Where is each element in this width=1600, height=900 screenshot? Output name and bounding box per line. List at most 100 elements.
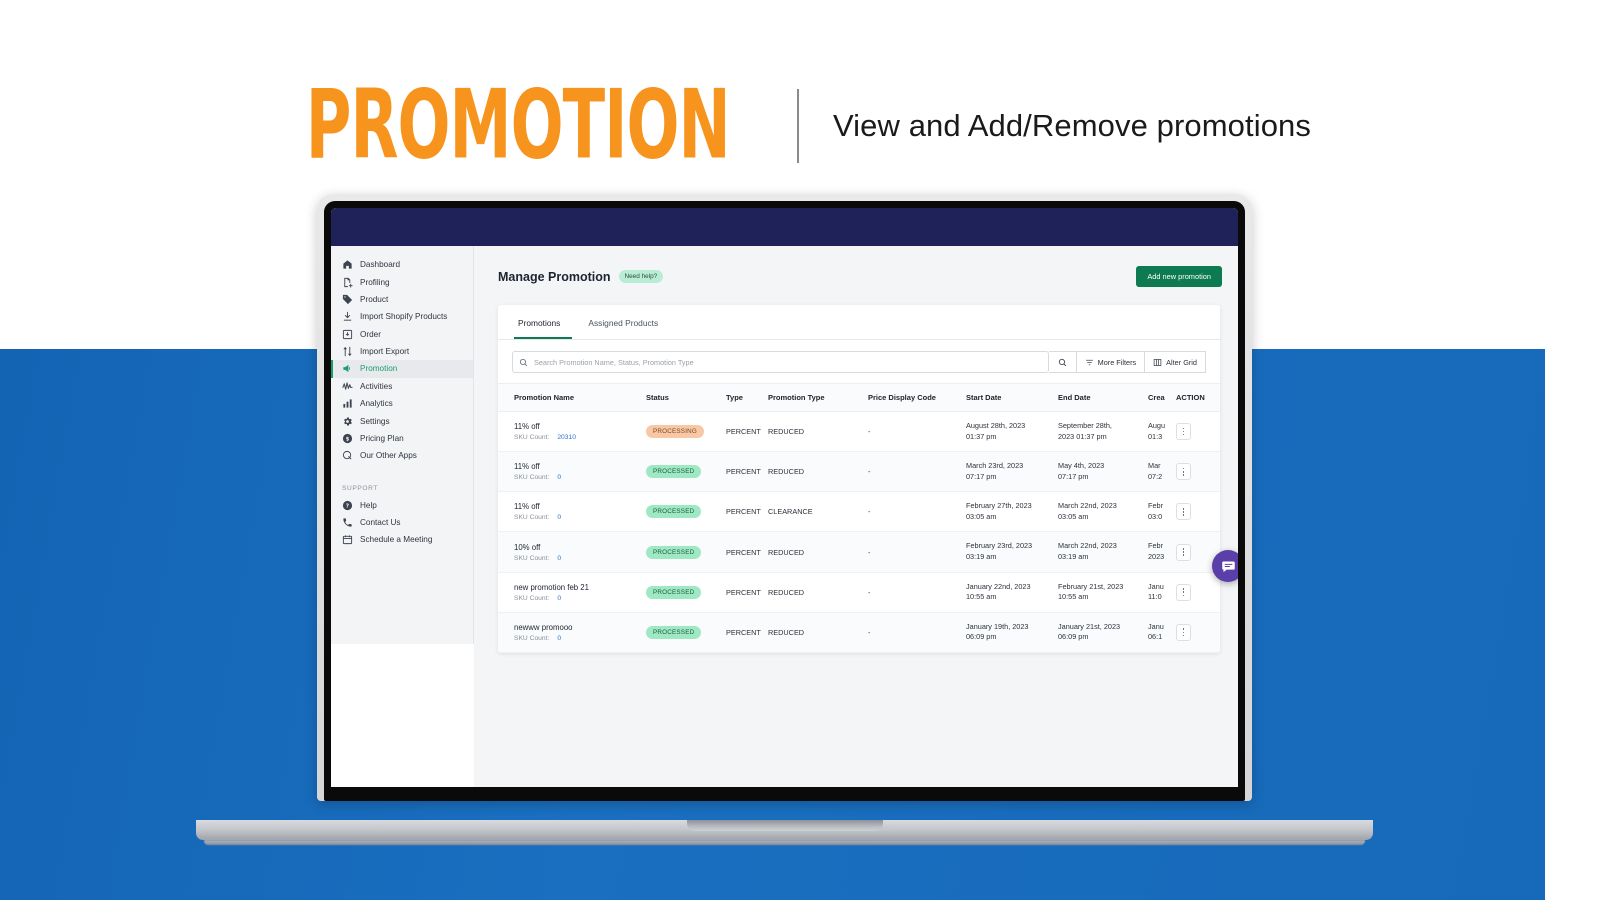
sku-count-value[interactable]: 0: [557, 635, 561, 642]
more-filters-button[interactable]: More Filters: [1076, 351, 1146, 373]
table-body: 11% off SKU Count: 20310 PROCESSING PERCE…: [498, 411, 1220, 653]
add-new-promotion-button[interactable]: Add new promotion: [1136, 266, 1222, 287]
table-row[interactable]: 11% off SKU Count: 0 PROCESSED PERCENT CL…: [498, 491, 1220, 533]
sidebar-item-import-export[interactable]: Import Export: [331, 343, 473, 360]
row-actions-button[interactable]: [1176, 623, 1191, 641]
end-time: 10:55 am: [1058, 592, 1089, 602]
page-title: Manage Promotion: [498, 269, 611, 284]
chat-support-button[interactable]: [1212, 550, 1238, 582]
start-date: February 23rd, 2023: [966, 541, 1033, 551]
cell-start-date: January 22nd, 2023 10:55 am: [966, 572, 1058, 613]
promotion-name: 11% off: [514, 502, 540, 512]
sku-count-value[interactable]: 0: [557, 555, 561, 562]
created-date: Mar: [1148, 461, 1161, 471]
status-badge: PROCESSED: [646, 465, 702, 479]
promotions-table: Promotion Name Status Type Promotion Typ…: [498, 383, 1220, 653]
table-row[interactable]: newww promooo SKU Count: 0 PROCESSED PERC…: [498, 612, 1220, 653]
sku-count-label: SKU Count:: [514, 594, 550, 602]
column-header-end-date[interactable]: End Date: [1058, 383, 1148, 412]
created-date: Febr: [1148, 501, 1164, 511]
table-row[interactable]: 11% off SKU Count: 0 PROCESSED PERCENT RE…: [498, 451, 1220, 493]
sku-count-value[interactable]: 0: [557, 514, 561, 521]
column-header-promotion-type[interactable]: Promotion Type: [768, 383, 868, 412]
cell-end-date: May 4th, 2023 07:17 pm: [1058, 451, 1148, 493]
cell-end-date: March 22nd, 2023 03:05 am: [1058, 491, 1148, 533]
row-actions-button[interactable]: [1176, 583, 1191, 601]
sidebar-item-pricing-plan[interactable]: $ Pricing Plan: [331, 430, 473, 447]
table-row[interactable]: 10% off SKU Count: 0 PROCESSED PERCENT RE…: [498, 531, 1220, 573]
sku-count-label: SKU Count:: [514, 634, 550, 642]
cell-created: Febr 2023: [1148, 531, 1176, 573]
dollar-circle-icon: $: [342, 433, 353, 444]
created-date: Janu: [1148, 581, 1164, 591]
table-row[interactable]: new promotion feb 21 SKU Count: 0 PROCESS…: [498, 572, 1220, 613]
sidebar-item-label: Order: [360, 329, 381, 339]
column-header-type[interactable]: Type: [726, 383, 768, 412]
end-date: February 21st, 2023: [1058, 581, 1124, 591]
cell-price-display-code: -: [868, 531, 966, 573]
cell-created: Janu 11:0: [1148, 572, 1176, 613]
sidebar-item-contact-us[interactable]: Contact Us: [331, 514, 473, 531]
apps-circle-icon: [342, 450, 353, 461]
search-submit-button[interactable]: [1048, 351, 1077, 373]
sidebar-item-profiling[interactable]: Profiling: [331, 273, 473, 290]
sidebar-item-order[interactable]: Order: [331, 326, 473, 343]
row-actions-button[interactable]: [1176, 463, 1191, 481]
sidebar-item-product[interactable]: Product: [331, 291, 473, 308]
sidebar-item-activities[interactable]: Activities: [331, 378, 473, 395]
start-date: January 22nd, 2023: [966, 581, 1031, 591]
sidebar-item-help[interactable]: ? Help: [331, 497, 473, 514]
sidebar-item-analytics[interactable]: Analytics: [331, 395, 473, 412]
sku-count-value[interactable]: 0: [557, 474, 561, 481]
status-badge: PROCESSED: [646, 545, 702, 559]
main-content: Manage Promotion Need help? Add new prom…: [474, 246, 1238, 787]
cell-start-date: February 23rd, 2023 03:19 am: [966, 531, 1058, 573]
search-box[interactable]: [512, 351, 1049, 373]
table-row[interactable]: 11% off SKU Count: 20310 PROCESSING PERCE…: [498, 411, 1220, 453]
support-section-label: SUPPORT: [342, 484, 378, 492]
laptop-screen: Dashboard Profiling Product Import Shopi…: [331, 208, 1238, 787]
sidebar-item-import-shopify-products[interactable]: Import Shopify Products: [331, 308, 473, 325]
sku-count-value[interactable]: 0: [557, 595, 561, 602]
status-badge: PROCESSING: [646, 425, 704, 439]
sku-count-value[interactable]: 20310: [557, 434, 576, 441]
cell-created: Febr 03:0: [1148, 491, 1176, 533]
sidebar-item-schedule-a-meeting[interactable]: Schedule a Meeting: [331, 531, 473, 548]
column-header-status[interactable]: Status: [646, 383, 726, 412]
cell-promotion-type: REDUCED: [768, 411, 868, 453]
sidebar-item-our-other-apps[interactable]: Our Other Apps: [331, 447, 473, 464]
sidebar-item-settings[interactable]: Settings: [331, 412, 473, 429]
tag-icon: [342, 294, 353, 305]
cell-price-display-code: -: [868, 451, 966, 493]
sku-count-label: SKU Count:: [514, 474, 550, 482]
row-actions-button[interactable]: [1176, 543, 1191, 561]
start-date: August 28th, 2023: [966, 421, 1026, 430]
tab-assigned-products[interactable]: Assigned Products: [584, 305, 670, 339]
cell-type: PERCENT: [726, 411, 768, 453]
alter-grid-button[interactable]: Alter Grid: [1145, 351, 1206, 373]
cell-status: PROCESSED: [646, 531, 726, 573]
cell-status: PROCESSED: [646, 451, 726, 493]
sidebar-item-label: Profiling: [360, 277, 390, 287]
tab-promotions[interactable]: Promotions: [514, 305, 573, 339]
tab-bar: Promotions Assigned Products: [498, 305, 1220, 340]
column-header-start-date[interactable]: Start Date: [966, 383, 1058, 412]
column-header-created[interactable]: Crea: [1148, 383, 1176, 412]
need-help-badge[interactable]: Need help?: [618, 270, 664, 283]
phone-icon: [342, 517, 353, 528]
start-time: 01:37 pm: [966, 431, 997, 441]
cell-price-display-code: -: [868, 612, 966, 653]
search-input[interactable]: [528, 357, 1042, 367]
start-date: February 27th, 2023: [966, 501, 1032, 511]
grid-columns-icon: [1153, 358, 1162, 366]
column-header-promotion-name[interactable]: Promotion Name: [498, 383, 646, 412]
cell-action: [1176, 572, 1220, 613]
sidebar-item-dashboard[interactable]: Dashboard: [331, 256, 473, 273]
cell-type: PERCENT: [726, 531, 768, 573]
sidebar-item-promotion[interactable]: Promotion: [331, 360, 473, 378]
home-icon: [342, 259, 353, 270]
start-time: 10:55 am: [966, 592, 997, 602]
row-actions-button[interactable]: [1176, 423, 1191, 441]
row-actions-button[interactable]: [1176, 503, 1191, 521]
column-header-price-display-code[interactable]: Price Display Code: [868, 383, 966, 412]
